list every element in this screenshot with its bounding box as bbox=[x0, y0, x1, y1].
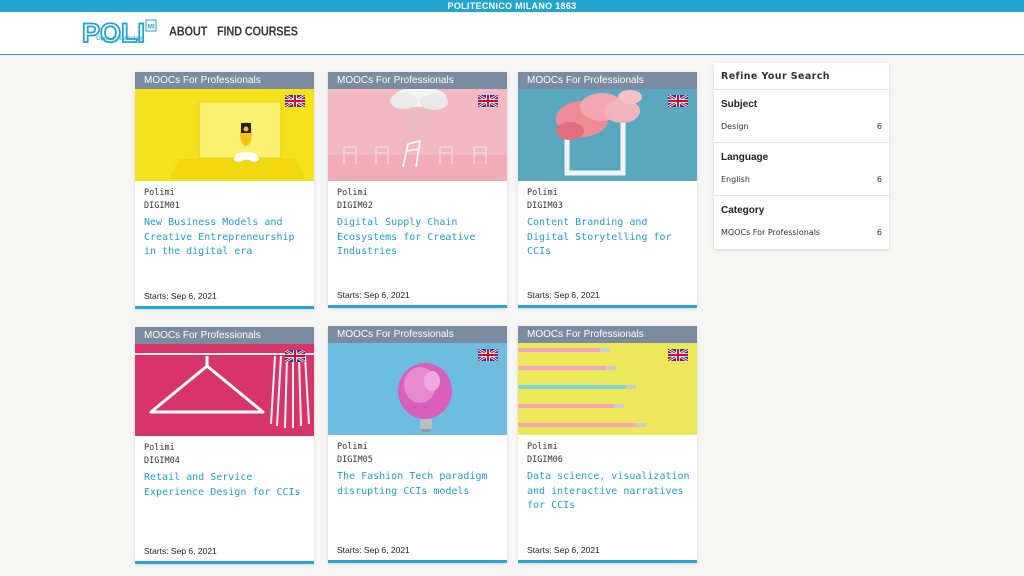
course-card[interactable]: MOOCs For Professionals Polimi DIGIM05 T… bbox=[328, 326, 507, 563]
site-header: POLI Open Knowledge MI ABOUT FIND COURSE… bbox=[0, 12, 1024, 55]
filter-heading: Category bbox=[721, 205, 765, 216]
card-start-date: Starts: Sep 6, 2021 bbox=[144, 546, 217, 556]
card-category-banner: MOOCs For Professionals bbox=[328, 72, 507, 89]
card-category-banner: MOOCs For Professionals bbox=[518, 72, 697, 89]
card-course-code: DIGIM05 bbox=[337, 455, 373, 465]
card-organization: Polimi bbox=[144, 443, 175, 453]
filter-option-moocs-for-professionals[interactable]: MOOCs For Professionals 6 bbox=[721, 228, 882, 237]
card-start-date: Starts: Sep 6, 2021 bbox=[144, 291, 217, 301]
filter-option-design[interactable]: Design 6 bbox=[721, 122, 882, 131]
logo-tag: MI bbox=[148, 24, 155, 31]
uk-flag-icon bbox=[478, 95, 498, 107]
refine-search-panel: Refine Your Search Subject Design 6 Lang… bbox=[714, 63, 889, 249]
poli-logo[interactable]: POLI Open Knowledge MI bbox=[81, 17, 158, 49]
uk-flag-icon bbox=[668, 95, 688, 107]
filter-heading: Subject bbox=[721, 99, 758, 110]
card-start-date: Starts: Sep 6, 2021 bbox=[527, 545, 600, 555]
logo-text: POLI bbox=[82, 18, 145, 48]
card-course-title[interactable]: The Fashion Tech paradigm disrupting CCI… bbox=[337, 470, 501, 499]
nav-about[interactable]: ABOUT bbox=[169, 25, 207, 39]
filter-option-label: Design bbox=[721, 122, 749, 131]
filter-category: Category MOOCs For Professionals 6 bbox=[714, 196, 889, 249]
course-card[interactable]: MOOCs For Professionals Polimi DIGIM03 C… bbox=[518, 72, 697, 308]
card-organization: Polimi bbox=[337, 442, 368, 452]
card-course-code: DIGIM02 bbox=[337, 201, 373, 211]
card-course-title[interactable]: Retail and Service Experience Design for… bbox=[144, 471, 308, 500]
filter-language: Language English 6 bbox=[714, 143, 889, 196]
course-card[interactable]: MOOCs For Professionals Polimi DIGIM02 D… bbox=[328, 72, 507, 308]
refine-search-title: Refine Your Search bbox=[714, 63, 889, 90]
card-course-code: DIGIM06 bbox=[527, 455, 563, 465]
course-card[interactable]: MOOCs For Professionals Polimi DIGIM01 N… bbox=[135, 72, 314, 309]
card-organization: Polimi bbox=[527, 188, 558, 198]
course-card[interactable]: MOOCs For Professionals Polimi DIGIM06 D… bbox=[518, 326, 697, 563]
nav-find-courses[interactable]: FIND COURSES bbox=[217, 25, 298, 39]
logo-subtext: Open Knowledge bbox=[96, 36, 143, 42]
course-card[interactable]: MOOCs For Professionals Polimi DIGIM04 R… bbox=[135, 327, 314, 564]
uk-flag-icon bbox=[668, 349, 688, 361]
filter-subject: Subject Design 6 bbox=[714, 90, 889, 143]
card-category-banner: MOOCs For Professionals bbox=[518, 326, 697, 343]
filter-heading: Language bbox=[721, 152, 769, 163]
uk-flag-icon bbox=[285, 95, 305, 107]
card-start-date: Starts: Sep 6, 2021 bbox=[337, 545, 410, 555]
card-start-date: Starts: Sep 6, 2021 bbox=[527, 290, 600, 300]
card-category-banner: MOOCs For Professionals bbox=[135, 327, 314, 344]
card-course-title[interactable]: New Business Models and Creative Entrepr… bbox=[144, 216, 308, 260]
card-category-banner: MOOCs For Professionals bbox=[135, 72, 314, 89]
filter-option-count: 6 bbox=[876, 228, 882, 237]
filter-option-count: 6 bbox=[876, 175, 882, 184]
filter-option-count: 6 bbox=[876, 122, 882, 131]
filter-option-english[interactable]: English 6 bbox=[721, 175, 882, 184]
card-organization: Polimi bbox=[337, 188, 368, 198]
card-start-date: Starts: Sep 6, 2021 bbox=[337, 290, 410, 300]
filter-option-label: MOOCs For Professionals bbox=[721, 228, 821, 237]
uk-flag-icon bbox=[478, 349, 498, 361]
card-course-code: DIGIM01 bbox=[144, 201, 180, 211]
card-course-title[interactable]: Content Branding and Digital Storytellin… bbox=[527, 216, 691, 260]
card-course-title[interactable]: Data science, visualization and interact… bbox=[527, 470, 691, 514]
card-organization: Polimi bbox=[527, 442, 558, 452]
card-course-title[interactable]: Digital Supply Chain Ecosystems for Crea… bbox=[337, 216, 501, 260]
card-course-code: DIGIM03 bbox=[527, 201, 563, 211]
filter-option-label: English bbox=[721, 175, 750, 184]
card-organization: Polimi bbox=[144, 188, 175, 198]
uk-flag-icon bbox=[285, 350, 305, 362]
card-course-code: DIGIM04 bbox=[144, 456, 180, 466]
card-category-banner: MOOCs For Professionals bbox=[328, 326, 507, 343]
top-banner: POLITECNICO MILANO 1863 bbox=[0, 0, 1024, 12]
